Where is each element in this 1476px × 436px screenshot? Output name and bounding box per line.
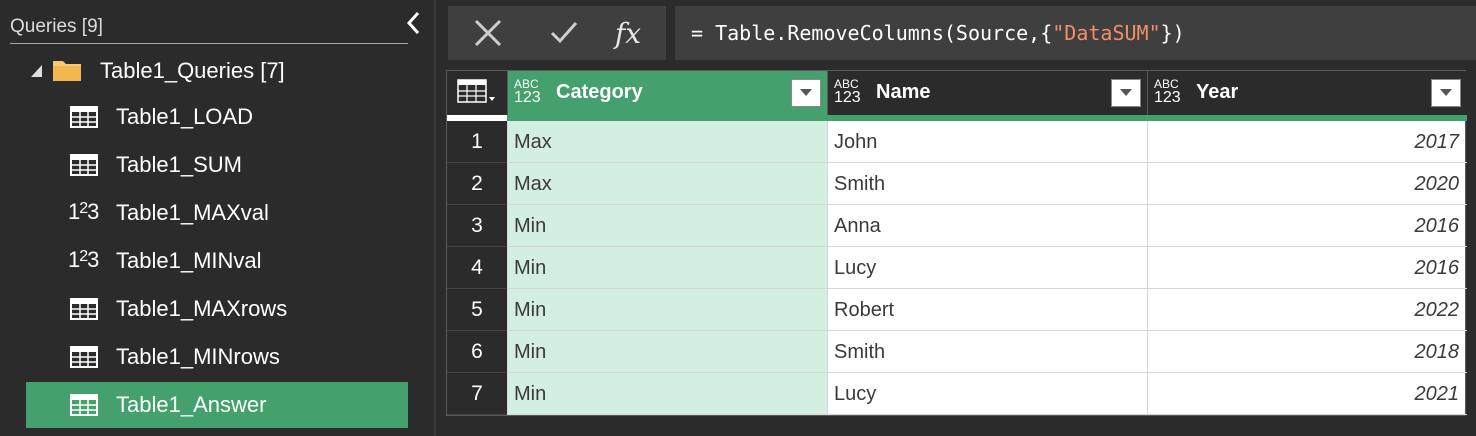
- table-icon: [70, 394, 98, 416]
- cell-category[interactable]: Min: [507, 247, 827, 289]
- query-item-label: Table1_MAXrows: [116, 296, 288, 321]
- chevron-down-icon: [1120, 89, 1132, 96]
- table-row: 3 Min Anna 2016: [447, 205, 1467, 247]
- formula-prefix: = Table.RemoveColumns(Source,{: [691, 21, 1053, 45]
- table-icon: [70, 346, 98, 368]
- checkmark-icon: [550, 22, 578, 44]
- table-row: 4 Min Lucy 2016: [447, 247, 1467, 289]
- cell-name[interactable]: John: [827, 121, 1147, 163]
- table-row: 6 Min Smith 2018: [447, 331, 1467, 373]
- chevron-down-icon: [800, 89, 812, 96]
- cell-name[interactable]: Robert: [827, 289, 1147, 331]
- cell-category[interactable]: Max: [507, 163, 827, 205]
- collapse-pane-button[interactable]: [404, 10, 424, 36]
- column-filter-dropdown[interactable]: [1431, 79, 1461, 107]
- table-icon: [70, 154, 98, 176]
- query-group-table1-queries[interactable]: Table1_Queries [7]: [26, 48, 408, 94]
- number-icon: 123: [68, 199, 99, 224]
- data-grid: ABC 123 Category ABC 123 Name ABC 123 Year …: [446, 70, 1467, 416]
- formula-text: = Table.RemoveColumns(Source,{"DataSUM"}…: [691, 21, 1185, 45]
- table-icon: [70, 298, 98, 320]
- cell-name[interactable]: Smith: [827, 331, 1147, 373]
- query-item-label: Table1_LOAD: [116, 104, 253, 129]
- cell-year[interactable]: 2021: [1147, 373, 1467, 415]
- query-item-label: Table1_MINval: [116, 248, 262, 273]
- query-item-label: Table1_SUM: [116, 152, 242, 177]
- cell-year[interactable]: 2020: [1147, 163, 1467, 205]
- query-item-label: Table1_Answer: [116, 392, 267, 417]
- any-type-icon[interactable]: ABC 123: [514, 77, 546, 106]
- cell-name[interactable]: Smith: [827, 163, 1147, 205]
- cell-year[interactable]: 2022: [1147, 289, 1467, 331]
- cell-name[interactable]: Lucy: [827, 247, 1147, 289]
- column-title: Year: [1196, 81, 1239, 103]
- formula-string-literal: "DataSUM": [1052, 21, 1161, 45]
- cell-year[interactable]: 2017: [1147, 121, 1467, 163]
- row-number[interactable]: 3: [447, 205, 507, 247]
- row-number[interactable]: 4: [447, 247, 507, 289]
- query-item-label: Table1_MINrows: [116, 344, 280, 369]
- queries-title: Queries [9]: [10, 16, 103, 37]
- row-number[interactable]: 6: [447, 331, 507, 373]
- row-number[interactable]: 2: [447, 163, 507, 205]
- folder-icon: [53, 61, 81, 81]
- formula-suffix: }): [1160, 21, 1185, 45]
- table-menu-button[interactable]: [447, 71, 507, 115]
- cell-year[interactable]: 2016: [1147, 205, 1467, 247]
- formula-bar-buttons: fx: [448, 6, 666, 60]
- column-title: Name: [876, 81, 931, 103]
- cell-category[interactable]: Min: [507, 205, 827, 247]
- confirm-formula-button[interactable]: [534, 6, 594, 60]
- close-icon: [474, 19, 502, 47]
- cell-category[interactable]: Min: [507, 373, 827, 415]
- query-item-table1-minval[interactable]: 123 Table1_MINval: [26, 238, 408, 284]
- fx-icon: fx: [614, 16, 642, 50]
- query-item-table1-load[interactable]: Table1_LOAD: [26, 94, 408, 140]
- column-header-name[interactable]: ABC 123 Name: [827, 71, 1147, 115]
- table-row: 1 Max John 2017: [447, 121, 1467, 163]
- row-number[interactable]: 1: [447, 121, 507, 163]
- column-title: Category: [556, 81, 643, 103]
- number-icon: 123: [68, 247, 99, 272]
- queries-header: Queries [9]: [10, 14, 408, 44]
- cell-category[interactable]: Max: [507, 121, 827, 163]
- query-item-table1-sum[interactable]: Table1_SUM: [26, 142, 408, 188]
- insert-function-button[interactable]: fx: [598, 6, 658, 60]
- row-number[interactable]: 7: [447, 373, 507, 415]
- column-filter-dropdown[interactable]: [1111, 79, 1141, 107]
- cell-name[interactable]: Anna: [827, 205, 1147, 247]
- row-number[interactable]: 5: [447, 289, 507, 331]
- query-item-table1-answer[interactable]: Table1_Answer: [26, 382, 408, 428]
- table-row: 5 Min Robert 2022: [447, 289, 1467, 331]
- column-header-category[interactable]: ABC 123 Category: [507, 71, 827, 115]
- cell-year[interactable]: 2016: [1147, 247, 1467, 289]
- query-item-label: Table1_MAXval: [116, 200, 269, 225]
- cell-year[interactable]: 2018: [1147, 331, 1467, 373]
- table-menu-icon: [457, 79, 495, 103]
- cell-category[interactable]: Min: [507, 289, 827, 331]
- formula-input[interactable]: = Table.RemoveColumns(Source,{"DataSUM"}…: [675, 6, 1476, 60]
- any-type-icon[interactable]: ABC 123: [834, 77, 866, 106]
- query-group-label: Table1_Queries [7]: [100, 58, 285, 83]
- expand-triangle-icon[interactable]: [30, 64, 44, 78]
- column-filter-dropdown[interactable]: [791, 79, 821, 107]
- column-header-year[interactable]: ABC 123 Year: [1147, 71, 1467, 115]
- query-item-table1-maxrows[interactable]: Table1_MAXrows: [26, 286, 408, 332]
- grid-header-row: ABC 123 Category ABC 123 Name ABC 123 Year: [447, 71, 1467, 115]
- cell-name[interactable]: Lucy: [827, 373, 1147, 415]
- queries-pane: Queries [9] Table1_Queries [7] Table1_LO…: [0, 0, 436, 436]
- query-item-table1-maxval[interactable]: 123 Table1_MAXval: [26, 190, 408, 236]
- table-icon: [70, 106, 98, 128]
- chevron-left-icon: [406, 11, 420, 35]
- cell-category[interactable]: Min: [507, 331, 827, 373]
- any-type-icon[interactable]: ABC 123: [1154, 77, 1186, 106]
- chevron-down-icon: [1440, 89, 1452, 96]
- table-row: 2 Max Smith 2020: [447, 163, 1467, 205]
- cancel-formula-button[interactable]: [458, 6, 518, 60]
- query-item-table1-minrows[interactable]: Table1_MINrows: [26, 334, 408, 380]
- table-row: 7 Min Lucy 2021: [447, 373, 1467, 415]
